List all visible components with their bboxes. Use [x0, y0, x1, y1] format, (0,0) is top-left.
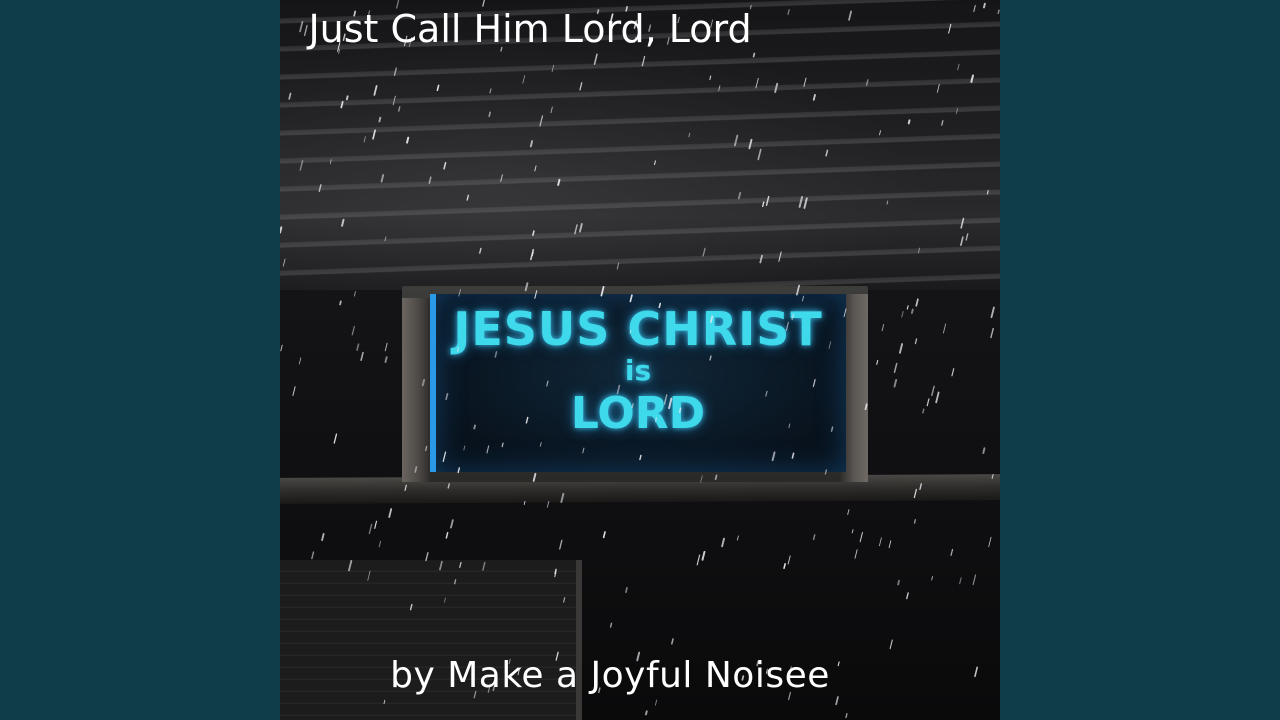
video-frame: JESUS CHRIST is LORD Just Call Him Lord,… — [0, 0, 1280, 720]
artist-credit: by Make a Joyful Noisee — [390, 655, 830, 696]
sign-line-lord: LORD — [570, 388, 706, 439]
sign-line-is: is — [624, 354, 652, 387]
song-title: Just Call Him Lord, Lord — [308, 7, 752, 51]
album-cover: JESUS CHRIST is LORD — [280, 0, 1000, 720]
sign-text: JESUS CHRIST is LORD — [430, 294, 846, 472]
sign-line-jesus-christ: JESUS CHRIST — [453, 302, 823, 356]
